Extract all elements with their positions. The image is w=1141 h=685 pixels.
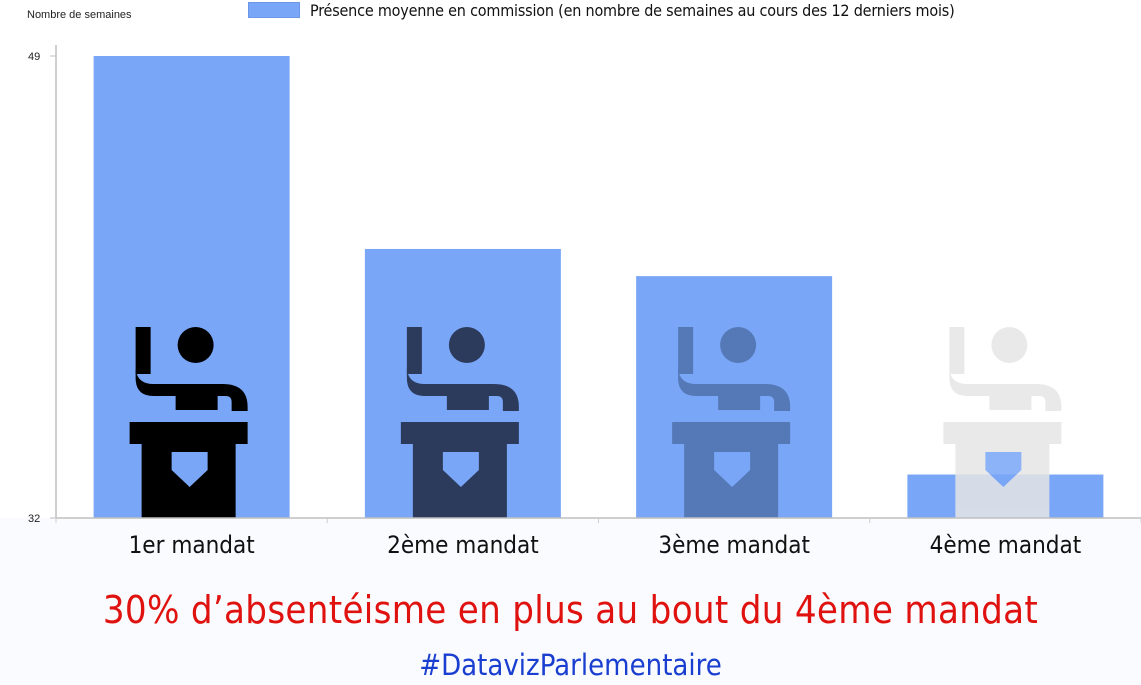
y-tick-label: 32 [28,513,40,525]
x-tick-label: 2ème mandat [387,531,539,559]
speaker-at-podium-icon [943,327,1062,518]
bar-chart: 49 32 1er mandat 2ème mandat 3ème mandat 4ème… [28,45,1141,559]
x-tick-label: 4ème mandat [930,531,1082,559]
bars-layer [93,56,1104,518]
x-tick-label: 1er mandat [129,531,255,559]
chart-subtitle: 30% d’absentéisme en plus au bout du 4èm… [102,588,1039,632]
hashtag: #DatavizParlementaire [419,648,722,682]
x-tick-label: 3ème mandat [658,531,810,559]
y-tick-label: 49 [28,51,40,63]
